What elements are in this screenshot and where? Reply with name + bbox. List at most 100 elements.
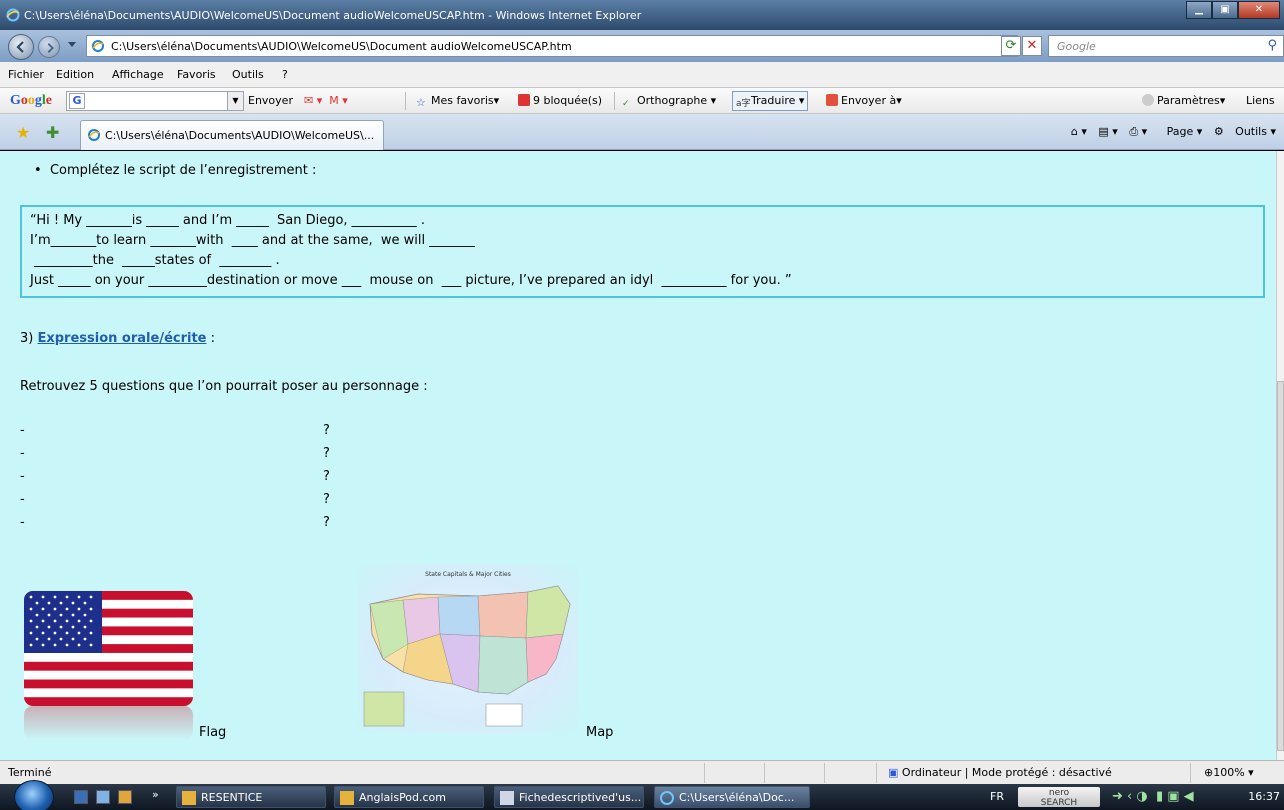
- tools-menu-label: Outils: [1235, 125, 1267, 138]
- search-placeholder: Google: [1057, 40, 1096, 53]
- home-icon[interactable]: ⌂ ▾: [1071, 125, 1087, 138]
- envoyer-a-label: Envoyer à: [841, 94, 897, 107]
- folder-icon: [182, 791, 196, 805]
- zoom-level: 100%: [1213, 766, 1245, 779]
- zoom-control[interactable]: ⊕100% ▾: [1204, 766, 1254, 779]
- folder-icon: [340, 791, 354, 805]
- menu-help[interactable]: ?: [282, 68, 288, 81]
- add-favorite-icon[interactable]: ✚: [46, 123, 59, 142]
- tray-icons[interactable]: ➜ ‹ ◑ ▮ ▣ ◀: [1112, 789, 1194, 804]
- refresh-button[interactable]: ⟳: [1001, 36, 1021, 56]
- envoyer-a-button[interactable]: Envoyer à▾: [826, 94, 902, 107]
- nero-search-button[interactable]: nero SEARCH: [1018, 787, 1100, 808]
- feeds-icon[interactable]: ▤ ▾: [1098, 125, 1117, 138]
- scrollbar-thumb[interactable]: [1277, 381, 1284, 751]
- taskbar-item-label: RESENTICE: [201, 791, 263, 804]
- script-line: Just _____ on your _________destination …: [30, 273, 792, 288]
- page-menu-button[interactable]: Page ▾: [1159, 125, 1203, 138]
- orthographe-label: Orthographe: [637, 94, 708, 107]
- back-button[interactable]: [8, 34, 34, 60]
- tab-bar: ★ ✚ C:\Users\éléna\Documents\AUDIO\Welco…: [0, 114, 1284, 150]
- switch-windows-icon[interactable]: [96, 790, 110, 804]
- media-player-icon[interactable]: [118, 790, 132, 804]
- window-controls: ▁ ▣ ✕: [1186, 1, 1280, 19]
- search-icon[interactable]: ⚲: [1267, 38, 1277, 53]
- menu-fichier[interactable]: Fichier: [8, 68, 44, 81]
- show-desktop-icon[interactable]: [74, 790, 88, 804]
- mes-favoris-label: Mes favoris: [431, 94, 494, 107]
- taskbar-item-fiche[interactable]: Fichedescriptived'us...: [494, 786, 644, 808]
- back-arrow-icon: [16, 41, 24, 53]
- google-search-dropdown-icon[interactable]: ▼: [227, 92, 243, 110]
- close-button[interactable]: ✕: [1238, 1, 1280, 19]
- mes-favoris-button[interactable]: ☆ Mes favoris▾: [416, 94, 499, 109]
- popup-blocker-button[interactable]: 9 bloquée(s): [518, 94, 602, 107]
- history-dropdown-icon[interactable]: [68, 42, 76, 47]
- maximize-button[interactable]: ▣: [1212, 1, 1238, 19]
- forward-button[interactable]: [38, 36, 60, 58]
- search-input[interactable]: Google ⚲: [1048, 35, 1284, 57]
- security-zone[interactable]: ▣ Ordinateur | Mode protégé : désactivé: [888, 766, 1112, 779]
- questions-title: Retrouvez 5 questions que l’on pourrait …: [20, 379, 428, 394]
- menu-affichage[interactable]: Affichage: [112, 68, 164, 81]
- quicklaunch-overflow-icon[interactable]: »: [152, 788, 159, 801]
- stop-button[interactable]: ✕: [1022, 36, 1042, 56]
- tab-label: C:\Users\éléna\Documents\AUDIO\WelcomeUS…: [105, 129, 375, 142]
- popup-blocker-icon: [518, 94, 530, 106]
- google-g-icon[interactable]: G: [69, 93, 85, 109]
- liens-button[interactable]: Liens: [1246, 94, 1275, 107]
- vertical-scrollbar[interactable]: [1276, 151, 1284, 760]
- parametres-button[interactable]: Paramètres▾: [1142, 94, 1225, 107]
- taskbar-item-label: Fichedescriptived'us...: [519, 791, 642, 804]
- taskbar-item-label: AnglaisPod.com: [359, 791, 447, 804]
- question-dash: -: [20, 446, 25, 461]
- taskbar-item-anglaispod[interactable]: AnglaisPod.com: [334, 786, 484, 808]
- address-bar: C:\Users\éléna\Documents\AUDIO\WelcomeUS…: [0, 30, 1284, 62]
- script-box: “Hi ! My _______is _____ and I’m _____ S…: [20, 205, 1265, 298]
- status-divider: [876, 763, 877, 783]
- map-caption: Map: [586, 725, 614, 740]
- menu-edition[interactable]: Edition: [56, 68, 94, 81]
- menu-favoris[interactable]: Favoris: [177, 68, 216, 81]
- zoom-icon: ⊕: [1204, 766, 1214, 779]
- print-icon[interactable]: ⎙ ▾: [1129, 125, 1147, 138]
- tab-active[interactable]: C:\Users\éléna\Documents\AUDIO\WelcomeUS…: [80, 120, 384, 150]
- start-button[interactable]: [14, 780, 54, 810]
- url-field[interactable]: C:\Users\éléna\Documents\AUDIO\WelcomeUS…: [86, 35, 1018, 57]
- toolbar-icons-mail[interactable]: ✉ ▾ M ▾: [304, 94, 348, 107]
- page-content: • Complétez le script de l’enregistremen…: [0, 151, 1276, 760]
- nero-label: nero: [1048, 788, 1070, 798]
- status-divider: [1190, 763, 1191, 783]
- star-outline-icon: ☆: [416, 96, 426, 109]
- menu-outils[interactable]: Outils: [232, 68, 264, 81]
- minimize-button[interactable]: ▁: [1186, 1, 1212, 19]
- clock[interactable]: 16:37: [1248, 790, 1280, 803]
- taskbar-item-resentice[interactable]: RESENTICE: [176, 786, 326, 808]
- traduire-label: Traduire: [751, 94, 796, 107]
- toolbar-separator: [614, 92, 615, 110]
- window-title: C:\Users\éléna\Documents\AUDIO\WelcomeUS…: [24, 9, 642, 22]
- favorites-star-icon[interactable]: ★: [16, 123, 30, 142]
- taskbar: » RESENTICE AnglaisPod.com Fichedescript…: [0, 780, 1284, 810]
- traduire-button[interactable]: a字Traduire ▾: [732, 91, 809, 111]
- orthographe-button[interactable]: ✓ Orthographe ▾: [622, 94, 716, 111]
- tools-menu-button[interactable]: ⚙ Outils ▾: [1214, 125, 1276, 138]
- envoyer-button[interactable]: Envoyer: [248, 94, 293, 107]
- section-heading: 3) Expression orale/écrite :: [20, 331, 215, 346]
- toolbar-separator: [405, 92, 406, 110]
- taskbar-item-ie[interactable]: C:\Users\éléna\Doc...: [654, 786, 810, 808]
- google-toolbar: Google G ▼ Envoyer ✉ ▾ M ▾ ☆ Mes favoris▾…: [0, 88, 1284, 114]
- us-flag-image: [24, 591, 193, 706]
- ie-page-icon: [88, 129, 100, 141]
- question-mark: ?: [323, 446, 330, 461]
- instruction-text: Complétez le script de l’enregistrement …: [49, 163, 317, 178]
- security-zone-label: Ordinateur | Mode protégé : désactivé: [901, 766, 1112, 779]
- nero-sub-label: SEARCH: [1040, 798, 1078, 808]
- spellcheck-icon: ✓: [622, 99, 630, 109]
- question-dash: -: [20, 515, 25, 530]
- google-search-input[interactable]: G ▼: [66, 91, 244, 111]
- flag-reflection: [24, 706, 193, 740]
- script-line: _________the _____states of ________ .: [30, 253, 280, 268]
- expression-link[interactable]: Expression orale/écrite: [37, 331, 206, 346]
- language-indicator[interactable]: FR: [990, 790, 1004, 803]
